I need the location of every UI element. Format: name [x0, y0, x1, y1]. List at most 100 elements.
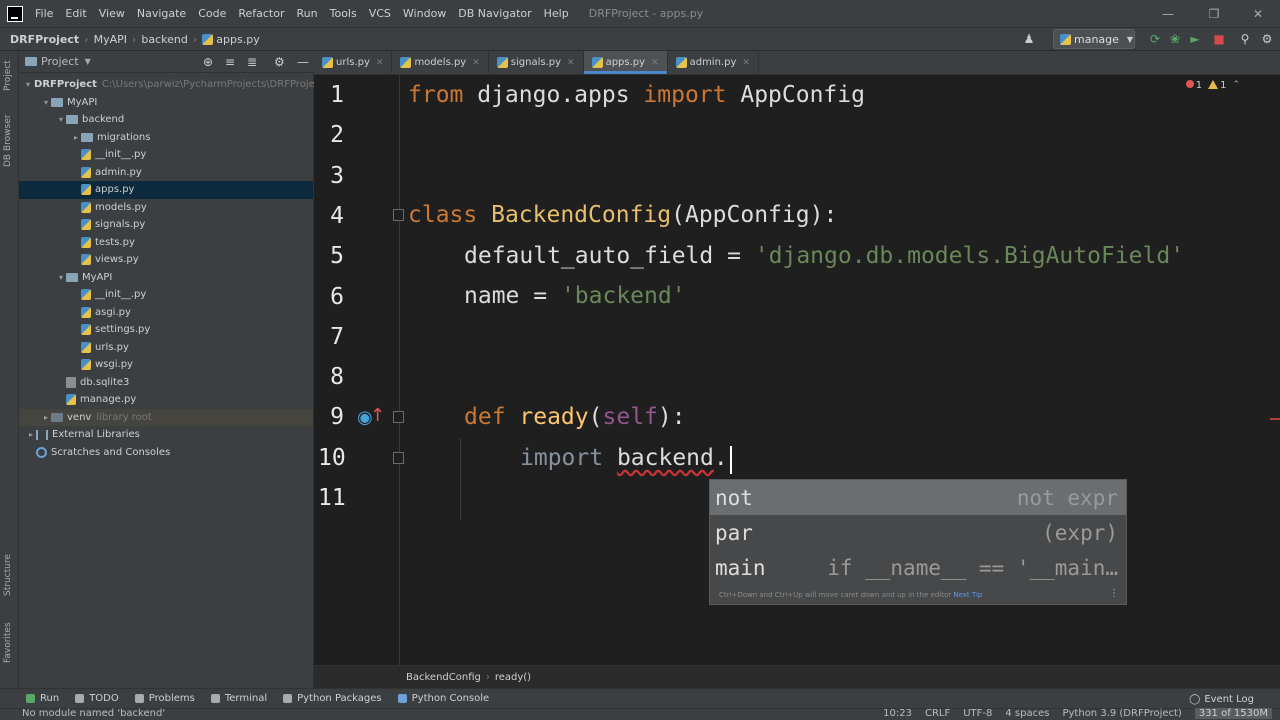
- stop-icon[interactable]: ■: [1210, 29, 1228, 49]
- tool-window-run[interactable]: Run: [26, 693, 59, 704]
- tree-item[interactable]: ▸ venv library root: [19, 408, 313, 426]
- status-message[interactable]: No module named 'backend': [22, 708, 165, 719]
- tab-apps-py[interactable]: apps.py ✕: [583, 51, 668, 74]
- menu-tools[interactable]: Tools: [324, 0, 363, 27]
- gear-icon[interactable]: ⚙: [274, 55, 285, 69]
- chevron-down-icon[interactable]: ▾: [56, 115, 66, 124]
- error-stripe-mark[interactable]: [1270, 418, 1280, 420]
- editor-scrollbar[interactable]: [1268, 75, 1280, 665]
- inspection-widget[interactable]: 1 1 ⌃: [1185, 80, 1240, 91]
- code-line-6[interactable]: name = 'backend': [464, 283, 686, 309]
- tree-item[interactable]: __init__.py: [19, 146, 313, 164]
- tree-item[interactable]: db.sqlite3: [19, 374, 313, 392]
- tree-item[interactable]: views.py: [19, 251, 313, 269]
- tool-window-terminal[interactable]: Terminal: [210, 693, 267, 704]
- expand-all-icon[interactable]: ≡: [225, 55, 235, 69]
- tree-item[interactable]: apps.py: [19, 181, 313, 199]
- tree-item[interactable]: ▾ MyAPI: [19, 269, 313, 287]
- file-encoding[interactable]: UTF-8: [963, 708, 992, 719]
- tree-item[interactable]: wsgi.py: [19, 356, 313, 374]
- close-tab-icon[interactable]: ✕: [742, 58, 750, 68]
- tree-item[interactable]: ▸ migrations: [19, 129, 313, 147]
- close-icon[interactable]: ✕: [1238, 0, 1278, 27]
- code-line-4[interactable]: class BackendConfig(AppConfig):: [408, 202, 837, 228]
- completion-item[interactable]: not not expr: [710, 480, 1126, 515]
- breadcrumb-file[interactable]: apps.py: [216, 33, 259, 46]
- menu-window[interactable]: Window: [397, 0, 452, 27]
- stripe-favorites-tab[interactable]: Favorites: [3, 622, 13, 663]
- tree-item[interactable]: ▾ backend: [19, 111, 313, 129]
- stripe-db-browser-tab[interactable]: DB Browser: [3, 115, 13, 167]
- fold-marker-icon[interactable]: [393, 411, 404, 423]
- tool-window-todo[interactable]: TODO: [75, 693, 119, 704]
- chevron-down-icon[interactable]: ▾: [26, 80, 30, 89]
- menu-edit[interactable]: Edit: [59, 0, 92, 27]
- close-tab-icon[interactable]: ✕: [651, 58, 659, 68]
- line-separator[interactable]: CRLF: [925, 708, 950, 719]
- tab-urls-py[interactable]: urls.py ✕: [314, 51, 393, 74]
- tree-item[interactable]: manage.py: [19, 391, 313, 409]
- chevron-right-icon[interactable]: ▸: [71, 133, 81, 142]
- tab-signals-py[interactable]: signals.py ✕: [489, 51, 584, 74]
- menu-vcs[interactable]: VCS: [363, 0, 397, 27]
- debug-icon[interactable]: ❀: [1166, 29, 1184, 49]
- tool-window-python-packages[interactable]: Python Packages: [283, 693, 382, 704]
- close-tab-icon[interactable]: ✕: [376, 58, 384, 68]
- tree-item[interactable]: settings.py: [19, 321, 313, 339]
- chevron-up-icon[interactable]: ⌃: [1232, 80, 1240, 91]
- tree-item[interactable]: signals.py: [19, 216, 313, 234]
- tree-item[interactable]: models.py: [19, 199, 313, 217]
- run-configuration-select[interactable]: manage ▼: [1053, 29, 1135, 49]
- breadcrumb-backend[interactable]: backend: [141, 33, 187, 46]
- menu-db-navigator[interactable]: DB Navigator: [452, 0, 537, 27]
- chevron-down-icon[interactable]: ▾: [41, 98, 51, 107]
- completion-item[interactable]: main if __name__ == '__main…: [710, 550, 1126, 585]
- tool-window-python-console[interactable]: Python Console: [397, 693, 489, 704]
- code-line-1[interactable]: from django.apps import AppConfig: [408, 82, 865, 108]
- arrow-up-icon[interactable]: ↑: [370, 405, 385, 426]
- next-tip-link[interactable]: Next Tip: [953, 591, 982, 599]
- tool-window-problems[interactable]: Problems: [134, 693, 195, 704]
- menu-navigate[interactable]: Navigate: [131, 0, 192, 27]
- coverage-icon[interactable]: ►: [1186, 29, 1204, 49]
- menu-help[interactable]: Help: [538, 0, 575, 27]
- menu-view[interactable]: View: [93, 0, 131, 27]
- menu-refactor[interactable]: Refactor: [232, 0, 290, 27]
- hide-panel-icon[interactable]: —: [297, 55, 309, 69]
- close-tab-icon[interactable]: ✕: [567, 58, 575, 68]
- project-view-select[interactable]: Project: [41, 55, 79, 68]
- code-line-5[interactable]: default_auto_field = 'django.db.models.B…: [464, 243, 1184, 269]
- breadcrumb-method[interactable]: ready(): [495, 672, 531, 683]
- event-log-button[interactable]: ◯ Event Log: [1189, 689, 1254, 709]
- tree-item[interactable]: asgi.py: [19, 304, 313, 322]
- code-line-10[interactable]: import backend.: [520, 445, 728, 471]
- rerun-icon[interactable]: ⟳: [1146, 29, 1164, 49]
- breadcrumb-myapi[interactable]: MyAPI: [94, 33, 127, 46]
- tree-item[interactable]: ▾ MyAPI: [19, 94, 313, 112]
- tab-models-py[interactable]: models.py ✕: [392, 51, 489, 74]
- fold-marker-icon[interactable]: [393, 209, 404, 221]
- search-icon[interactable]: ⚲: [1236, 29, 1254, 49]
- breadcrumb-class[interactable]: BackendConfig: [406, 672, 481, 683]
- caret-position[interactable]: 10:23: [883, 708, 912, 719]
- code-line-9[interactable]: def ready(self):: [464, 404, 686, 430]
- chevron-down-icon[interactable]: ▾: [56, 273, 66, 282]
- tree-item[interactable]: Scratches and Consoles: [19, 444, 313, 462]
- memory-indicator[interactable]: 331 of 1530M: [1194, 708, 1272, 719]
- minimize-icon[interactable]: —: [1148, 0, 1188, 27]
- stripe-project-tab[interactable]: Project: [3, 60, 13, 91]
- fold-marker-icon[interactable]: [393, 452, 404, 464]
- tree-item[interactable]: __init__.py: [19, 286, 313, 304]
- tree-item[interactable]: ▾ DRFProject C:\Users\parwiz\PycharmProjec…: [19, 76, 324, 94]
- close-tab-icon[interactable]: ✕: [472, 58, 480, 68]
- locate-file-icon[interactable]: ⊕: [203, 55, 213, 69]
- chevron-right-icon[interactable]: ▸: [26, 430, 36, 439]
- menu-run[interactable]: Run: [291, 0, 324, 27]
- chevron-down-icon[interactable]: ▼: [85, 57, 91, 66]
- tree-item[interactable]: admin.py: [19, 164, 313, 182]
- indent-setting[interactable]: 4 spaces: [1005, 708, 1049, 719]
- breadcrumb-project[interactable]: DRFProject: [10, 33, 79, 46]
- tab-admin-py[interactable]: admin.py ✕: [668, 51, 759, 74]
- tree-item[interactable]: urls.py: [19, 339, 313, 357]
- tree-item[interactable]: ▸ External Libraries: [19, 426, 313, 444]
